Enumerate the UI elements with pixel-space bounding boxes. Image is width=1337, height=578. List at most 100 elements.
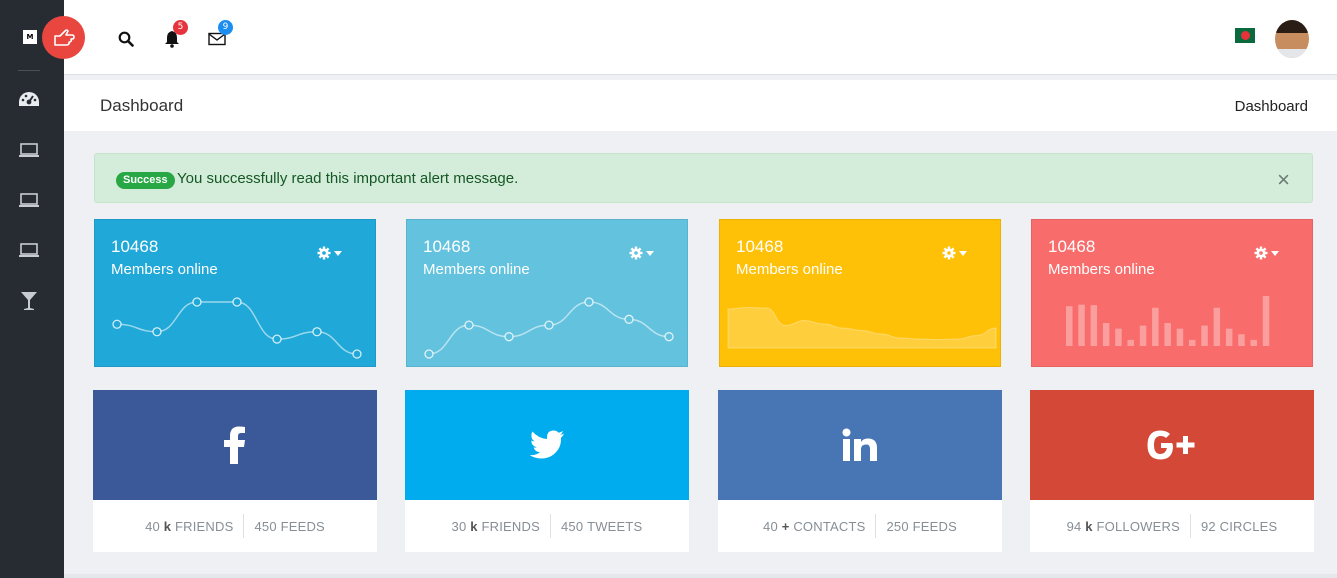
sidebar-item-laptop-2[interactable]	[17, 188, 41, 212]
stat-number: 10468	[423, 237, 471, 256]
hand-pointer-icon	[53, 28, 75, 46]
chart-point	[424, 349, 434, 359]
stat-label-1: FRIENDS	[175, 518, 234, 534]
stat-count-2: 250	[886, 518, 909, 534]
message-count-badge: 9	[218, 20, 233, 35]
top-header: 5 9	[64, 0, 1337, 75]
breadcrumb-bar: Dashboard Dashboard	[64, 80, 1337, 131]
laptop-icon	[19, 143, 39, 157]
sidebar-item-laptop-3[interactable]	[17, 238, 41, 262]
stat-unit-1: k	[470, 518, 478, 534]
social-header[interactable]	[718, 390, 1002, 500]
success-alert: Success You successfully read this impor…	[94, 153, 1313, 203]
chart-bar	[1189, 339, 1196, 346]
search-button[interactable]	[115, 28, 137, 50]
stat-label-1: FOLLOWERS	[1096, 518, 1180, 534]
social-header[interactable]	[1030, 390, 1314, 500]
next-row-edge	[64, 574, 1337, 578]
laptop-icon	[19, 243, 39, 257]
chart-point	[624, 314, 634, 324]
chart-bar	[1090, 305, 1098, 346]
settings-dropdown[interactable]	[317, 246, 342, 260]
stat-unit-1: k	[163, 518, 172, 534]
user-avatar[interactable]	[1275, 20, 1309, 58]
gear-icon	[942, 246, 956, 260]
stat-count-1: 40	[145, 518, 160, 534]
chart-point	[272, 334, 282, 344]
chart-bar	[1127, 339, 1134, 346]
search-icon	[118, 31, 134, 47]
social-card-twitter: 30 k FRIENDS 450 TWEETS	[405, 390, 689, 552]
chart-bar	[1238, 334, 1245, 346]
alert-close-button[interactable]: ×	[1277, 167, 1290, 193]
chart-bar	[1262, 296, 1270, 346]
stat-unit-1: k	[1085, 518, 1093, 534]
social-stats: 40 + CONTACTS 250 FEEDS	[718, 500, 1002, 552]
chart-bar	[1250, 339, 1257, 346]
stat-label: Members online	[111, 261, 218, 278]
stat-chart-4	[1066, 296, 1270, 346]
chart-point	[464, 320, 474, 330]
stat-divider	[549, 514, 551, 538]
stat-number: 10468	[736, 237, 784, 256]
stat-number: 10468	[111, 237, 159, 256]
cocktail-icon	[21, 292, 37, 310]
chart-point	[152, 327, 162, 337]
social-header[interactable]	[405, 390, 689, 500]
logo[interactable]: M	[23, 30, 37, 44]
chart-bar	[1213, 307, 1221, 346]
chart-bar	[1102, 323, 1110, 346]
chart-line	[116, 301, 358, 355]
sidebar-item-cocktail[interactable]	[17, 289, 41, 313]
stat-label: Members online	[1048, 261, 1155, 278]
settings-dropdown[interactable]	[942, 246, 967, 260]
stat-chart-1	[112, 297, 362, 359]
avatar-shirt	[1275, 49, 1309, 58]
chart-point	[232, 297, 242, 307]
stat-count-1: 40	[763, 518, 778, 534]
chart-point	[112, 319, 122, 329]
stat-label: Members online	[423, 261, 530, 278]
dashboard-icon	[19, 92, 39, 106]
messages-button[interactable]: 9	[206, 20, 233, 50]
chart-point	[664, 332, 674, 342]
breadcrumb-current[interactable]: Dashboard	[1235, 98, 1308, 115]
settings-dropdown[interactable]	[1254, 246, 1279, 260]
stat-count-2: 92	[1200, 518, 1216, 534]
chart-point	[544, 320, 554, 330]
menu-toggle-button[interactable]	[42, 16, 85, 59]
stat-card-1: 10468 Members online	[94, 219, 376, 367]
alert-message: You successfully read this important ale…	[177, 170, 519, 187]
sidebar-item-dashboard[interactable]	[17, 88, 41, 112]
chart-point	[352, 349, 362, 359]
stat-card-4: 10468 Members online	[1031, 219, 1313, 367]
social-header[interactable]	[93, 390, 377, 500]
caret-down-icon	[646, 250, 654, 256]
chart-bar	[1176, 328, 1184, 346]
sidebar: M	[0, 0, 64, 578]
stat-label-2: FEEDS	[912, 518, 957, 534]
gear-icon	[629, 246, 643, 260]
stat-chart-3	[727, 306, 997, 349]
stat-label-1: CONTACTS	[793, 518, 866, 534]
avatar-hair	[1275, 20, 1309, 33]
social-card-google-plus: 94 k FOLLOWERS 92 CIRCLES	[1030, 390, 1314, 552]
gear-icon	[317, 246, 331, 260]
stat-label-1: FRIENDS	[481, 518, 540, 534]
stat-number: 10468	[1048, 237, 1096, 256]
alert-success-badge: Success	[116, 172, 175, 189]
stat-chart-2	[424, 297, 674, 359]
stat-unit-1: +	[781, 518, 790, 534]
language-flag-icon[interactable]	[1235, 28, 1255, 43]
chart-bar	[1201, 325, 1208, 346]
settings-dropdown[interactable]	[629, 246, 654, 260]
stat-divider	[243, 514, 245, 538]
sidebar-item-laptop-1[interactable]	[17, 138, 41, 162]
stat-count-2: 450	[254, 518, 277, 534]
chart-point	[312, 327, 322, 337]
social-card-facebook: 40 k FRIENDS 450 FEEDS	[93, 390, 377, 552]
social-stats: 40 k FRIENDS 450 FEEDS	[93, 500, 377, 552]
facebook-icon	[224, 426, 245, 464]
notifications-button[interactable]: 5	[161, 20, 188, 50]
notification-count-badge: 5	[173, 20, 188, 35]
